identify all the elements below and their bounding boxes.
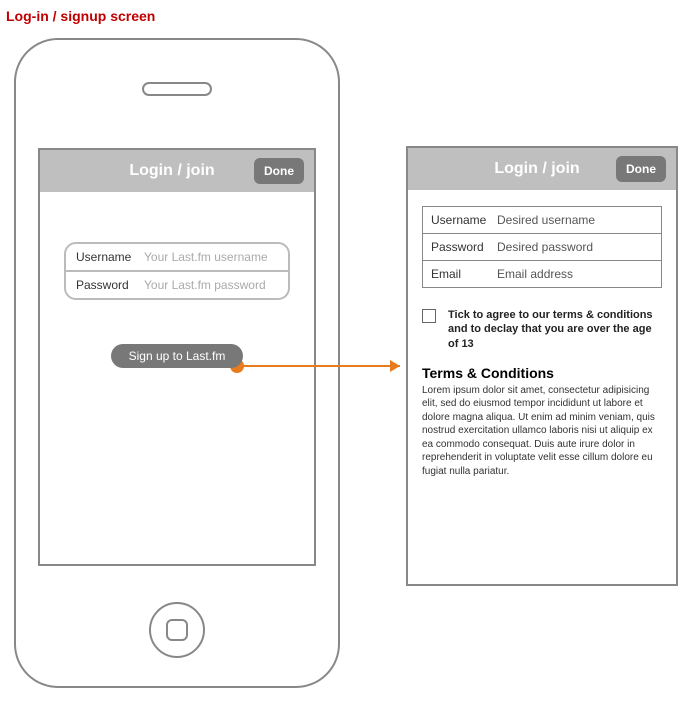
signup-password-field[interactable]: Password Desired password xyxy=(423,233,661,260)
login-header: Login / join Done xyxy=(40,150,314,192)
signup-username-field[interactable]: Username Desired username xyxy=(423,207,661,233)
login-username-placeholder: Your Last.fm username xyxy=(144,250,268,264)
signup-username-label: Username xyxy=(431,213,497,227)
phone-home-icon xyxy=(166,619,188,641)
signup-email-placeholder: Email address xyxy=(497,267,573,281)
login-password-placeholder: Your Last.fm password xyxy=(144,278,266,292)
signup-password-placeholder: Desired password xyxy=(497,240,593,254)
phone-frame: Login / join Done Username Your Last.fm … xyxy=(14,38,340,688)
login-username-label: Username xyxy=(76,250,144,264)
terms-body: Lorem ipsum dolor sit amet, consectetur … xyxy=(422,384,662,479)
login-username-field[interactable]: Username Your Last.fm username xyxy=(66,244,288,270)
login-done-button[interactable]: Done xyxy=(254,158,304,184)
phone-speaker xyxy=(142,82,212,96)
signup-header: Login / join Done xyxy=(408,148,676,190)
terms-checkbox-label: Tick to agree to our terms & conditions … xyxy=(448,308,662,351)
terms-checkbox[interactable] xyxy=(422,309,436,323)
terms-heading: Terms & Conditions xyxy=(422,365,662,381)
signup-header-title: Login / join xyxy=(418,160,616,178)
signup-username-placeholder: Desired username xyxy=(497,213,595,227)
page-title: Log-in / signup screen xyxy=(0,0,700,24)
terms-checkbox-row: Tick to agree to our terms & conditions … xyxy=(422,308,662,351)
login-screen: Login / join Done Username Your Last.fm … xyxy=(38,148,316,566)
login-header-title: Login / join xyxy=(50,162,254,180)
phone-home-button[interactable] xyxy=(149,602,205,658)
signup-email-field[interactable]: Email Email address xyxy=(423,260,661,287)
login-form: Username Your Last.fm username Password … xyxy=(64,242,290,300)
login-password-label: Password xyxy=(76,278,144,292)
signup-button[interactable]: Sign up to Last.fm xyxy=(111,344,244,368)
terms-section: Terms & Conditions Lorem ipsum dolor sit… xyxy=(422,365,662,479)
signup-email-label: Email xyxy=(431,267,497,281)
signup-done-button[interactable]: Done xyxy=(616,156,666,182)
signup-form: Username Desired username Password Desir… xyxy=(422,206,662,288)
login-password-field[interactable]: Password Your Last.fm password xyxy=(66,270,288,298)
signup-screen: Login / join Done Username Desired usern… xyxy=(406,146,678,586)
signup-password-label: Password xyxy=(431,240,497,254)
